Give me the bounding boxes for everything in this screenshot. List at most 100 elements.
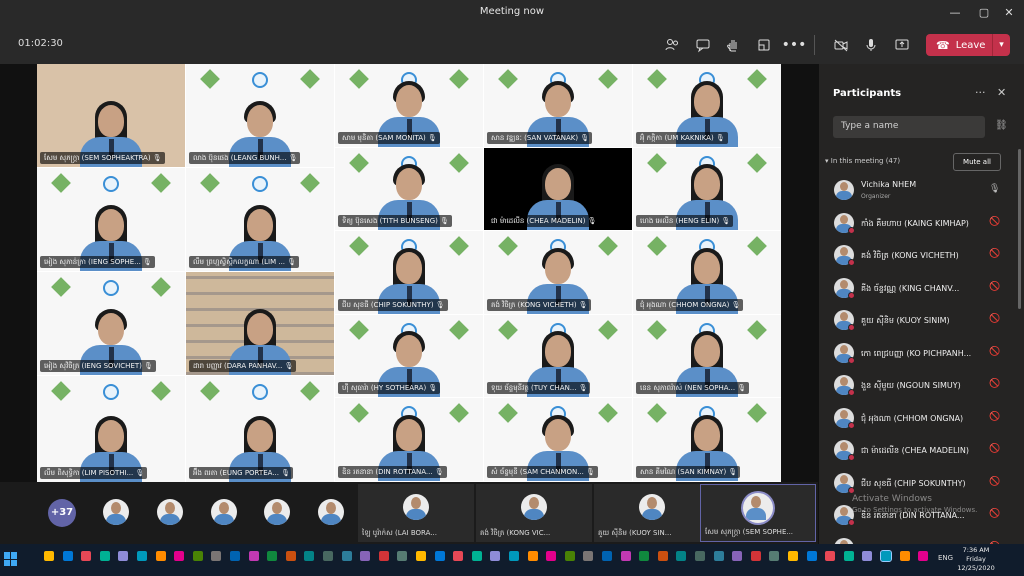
taskbar-app-icon[interactable] xyxy=(44,551,54,561)
language-indicator[interactable]: ENG xyxy=(938,554,953,562)
taskbar-app-icon[interactable] xyxy=(546,551,557,561)
taskbar-app-icon[interactable] xyxy=(527,551,538,561)
participants-icon[interactable] xyxy=(660,33,684,57)
taskbar-app-icon[interactable] xyxy=(620,551,631,561)
video-tile[interactable]: ជីប សុខធី (CHIP SOKUNTHY) 🎙 xyxy=(335,231,483,314)
taskbar-app-icon[interactable] xyxy=(434,551,445,561)
taskbar-app-icon[interactable] xyxy=(155,551,166,561)
taskbar-app-icon[interactable] xyxy=(118,551,129,561)
video-tile[interactable]: លឹម ព្រហ្មស្វិស្តិកលក្ខណា (LIM ... 🎙 xyxy=(186,168,334,271)
chevron-down-icon[interactable]: ▾ xyxy=(992,34,1010,56)
participant-row[interactable]: ជុំ អុងណា (CHHOM ONGNA) 🚫 xyxy=(819,402,1015,435)
video-tile[interactable]: ទុយ ច័ន្ទមុនីវត្ថ (TUY CHAN... 🎙 xyxy=(484,314,632,398)
avatar[interactable] xyxy=(103,499,129,525)
video-tile[interactable]: លឹម ពិសុទ្ធិកា (LIM PISOTHI... 🎙 xyxy=(37,376,185,482)
mute-all-button[interactable]: Mute all xyxy=(953,153,1001,171)
taskbar-app-icon[interactable] xyxy=(583,551,594,561)
video-tile[interactable]: សំ ច័ន្ទមុនី (SAM CHANMON... 🎙 xyxy=(484,398,632,481)
video-tile[interactable]: នេន សុភាពរ៉ាស់ (NEN SOPHA... 🎙 xyxy=(633,314,781,398)
leave-button[interactable]: ☎ Leave ▾ xyxy=(926,34,1010,56)
raise-hand-icon[interactable] xyxy=(721,33,745,57)
scrollbar[interactable] xyxy=(1018,149,1021,309)
participant-row[interactable]: Vichika NHEM Organizer 🎙 xyxy=(819,174,1015,207)
video-tile[interactable]: ជា ម៉ាដេលីន (CHEA MADELIN) 🎙 xyxy=(484,147,632,231)
taskbar-app-icon[interactable] xyxy=(602,551,612,561)
taskbar-app-icon[interactable] xyxy=(81,551,92,561)
video-tile[interactable]: លាង ប៊ុនផេង (LEANG BUNH... 🎙 xyxy=(186,64,334,167)
taskbar-app-icon[interactable] xyxy=(285,551,296,561)
more-participants-badge[interactable]: +37 xyxy=(48,499,76,527)
taskbar-app-icon[interactable] xyxy=(899,551,910,561)
participant-row[interactable]: ងួន ស៊ីមួយ (NGOUN SIMUY) 🚫 xyxy=(819,369,1015,402)
taskbar-app-icon[interactable] xyxy=(843,551,854,561)
taskbar-app-icon[interactable] xyxy=(453,551,464,561)
close-icon[interactable]: ✕ xyxy=(997,86,1006,99)
avatar[interactable] xyxy=(264,499,290,525)
avatar[interactable] xyxy=(211,499,237,525)
taskbar-app-icon[interactable] xyxy=(62,551,73,561)
taskbar-app-icon[interactable] xyxy=(323,551,333,561)
video-tile[interactable]: សែម សុភក្រ្តា (SEM SOPHEAKTRA) 🎙 xyxy=(37,64,185,167)
taskbar-app-icon[interactable] xyxy=(174,551,185,561)
taskbar-app-icon[interactable] xyxy=(490,551,501,561)
video-tile[interactable]: អ៊ឹង ពរតា (EUNG PORTEA... 🎙 xyxy=(186,376,334,482)
taskbar-app-icon[interactable] xyxy=(564,551,575,561)
video-tile[interactable]: សាន វឌ្ឍនៈ (SAN VATANAK) 🎙 xyxy=(484,64,632,147)
participant-row[interactable]: គីង ច័ន្ទវណ្ណ (KING CHANV... 🚫 xyxy=(819,272,1015,305)
avatar[interactable] xyxy=(318,499,344,525)
taskbar-app-icon[interactable] xyxy=(918,551,929,561)
video-tile[interactable]: អៀង សុភាន់ក្រា (IENG SOPHE... 🎙 xyxy=(37,168,185,271)
taskbar-app-icon[interactable] xyxy=(471,551,482,561)
taskbar-app-icon[interactable] xyxy=(806,551,817,561)
strip-video-tile[interactable]: ឡៃ បូរ៉ាក់ស (LAI BORA... xyxy=(358,484,474,542)
taskbar-clock[interactable]: 7:36 AM Friday 12/25/2020 xyxy=(956,546,996,573)
video-tile[interactable]: អ៊ុំ កក្កិកា (UM KAKNIKA) 🎙 xyxy=(633,64,781,147)
chat-icon[interactable] xyxy=(691,33,715,57)
video-tile[interactable]: សាម មុនិតា (SAM MONITA) 🎙 xyxy=(335,64,483,147)
windows-start-icon[interactable] xyxy=(4,552,18,566)
taskbar-app-icon[interactable] xyxy=(880,550,892,562)
taskbar-app-icon[interactable] xyxy=(862,551,873,561)
participant-row[interactable]: កាំង គឹមហាប (KAING KIMHAP) 🚫 xyxy=(819,207,1015,240)
more-actions-icon[interactable]: ••• xyxy=(782,33,807,57)
taskbar-app-icon[interactable] xyxy=(192,551,203,561)
more-options-icon[interactable]: ··· xyxy=(975,86,986,99)
taskbar-app-icon[interactable] xyxy=(267,551,278,561)
video-tile[interactable]: ដារា បញ្ញាវ (DARA PANHAV... 🎙 xyxy=(186,272,334,375)
microphone-icon[interactable] xyxy=(859,33,883,57)
close-window-button[interactable]: ✕ xyxy=(994,3,1024,23)
video-tile[interactable]: ហេង អេលីន (HENG ELIN) 🎙 xyxy=(633,147,781,231)
participant-row[interactable]: គួយ ស៊ីនិម (KUOY SINIM) 🚫 xyxy=(819,304,1015,337)
share-invite-icon[interactable]: ⛓ xyxy=(995,120,1008,131)
video-tile[interactable]: ឌិន រតនានា (DIN ROTTANA... 🎙 xyxy=(335,398,483,481)
video-tile[interactable]: អៀង សុវិចិត្រ (IENG SOVICHET) 🎙 xyxy=(37,272,185,375)
taskbar-app-icon[interactable] xyxy=(509,551,519,561)
taskbar-app-icon[interactable] xyxy=(397,551,408,561)
taskbar-app-icon[interactable] xyxy=(99,551,110,561)
strip-video-tile[interactable]: គួយ ស៊ីនិម (KUOY SIN... xyxy=(594,484,710,542)
taskbar-app-icon[interactable] xyxy=(788,551,798,561)
minimize-button[interactable]: — xyxy=(940,3,970,23)
taskbar-app-icon[interactable] xyxy=(230,551,240,561)
taskbar-app-icon[interactable] xyxy=(695,551,705,561)
strip-video-tile-speaking[interactable]: សែម សុភក្រ្តា (SEM SOPHE... xyxy=(700,484,816,542)
video-tile[interactable]: ជុំ អុងណា (CHHOM ONGNA) 🎙 xyxy=(633,231,781,314)
video-tile[interactable]: ហ៊ី សុធារ៉ា (HY SOTHEARA) 🎙 xyxy=(335,314,483,398)
taskbar-app-icon[interactable] xyxy=(676,551,687,561)
video-tile[interactable]: ទិត្យ ប៊ុនសេង (TITH BUNSENG) 🎙 xyxy=(335,147,483,231)
taskbar-app-icon[interactable] xyxy=(416,551,426,561)
video-tile[interactable]: គង់ វិចិត្រ (KONG VICHETH) 🎙 xyxy=(484,231,632,314)
taskbar-app-icon[interactable] xyxy=(825,551,836,561)
share-screen-icon[interactable] xyxy=(890,33,914,57)
taskbar-app-icon[interactable] xyxy=(769,551,780,561)
breakout-rooms-icon[interactable] xyxy=(752,33,776,57)
taskbar-app-icon[interactable] xyxy=(341,551,352,561)
avatar[interactable] xyxy=(157,499,183,525)
participant-row[interactable]: ជា ម៉ាដេលីន (CHEA MADELIN) 🚫 xyxy=(819,434,1015,467)
taskbar-app-icon[interactable] xyxy=(732,551,743,561)
participant-search-input[interactable]: Type a name xyxy=(833,116,985,138)
taskbar-app-icon[interactable] xyxy=(657,551,668,561)
taskbar-app-icon[interactable] xyxy=(211,551,222,561)
participant-row[interactable]: កោ ពេជ្របញ្ញា (KO PICHPANH... 🚫 xyxy=(819,337,1015,370)
taskbar-app-icon[interactable] xyxy=(639,551,650,561)
